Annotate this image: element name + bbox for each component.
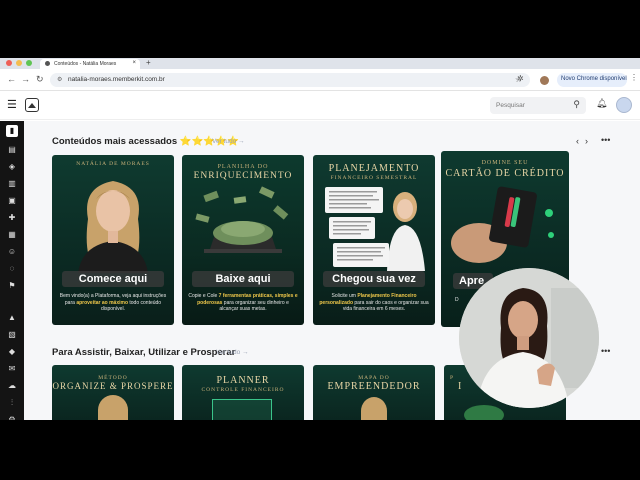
desc-text: D	[455, 297, 459, 303]
see-all-link-assistir[interactable]: Ver tudo →	[216, 349, 249, 356]
card-description: Copie e Cole 7 ferramentas práticas, sim…	[188, 293, 298, 313]
sidebar-cloud-icon[interactable]: ☁	[6, 380, 18, 392]
sidebar-calendar-icon[interactable]: ▧	[6, 329, 18, 341]
site-info-icon[interactable]: ⚙	[57, 76, 62, 83]
card-comece-aqui[interactable]: NATÁLIA DE MORAES Comece aqui Bem vindo(…	[52, 155, 174, 325]
person-photo	[361, 397, 387, 420]
search-icon[interactable]: ⚲	[573, 99, 580, 110]
sidebar-tag-icon[interactable]: ◆	[6, 346, 18, 358]
maximize-window-icon[interactable]	[26, 60, 32, 66]
card-top-text: NATÁLIA DE MORAES	[76, 161, 150, 167]
back-icon[interactable]: ←	[7, 74, 16, 84]
sidebar-book-icon[interactable]: ▥	[6, 178, 18, 190]
section-title-assistir: Para Assistir, Baixar, Utilizar e Prospe…	[52, 347, 236, 358]
card-cta-button[interactable]: Chegou sua vez	[323, 271, 425, 287]
sidebar-box-icon[interactable]: ▣	[6, 195, 18, 207]
card-top-text: PLANNER	[216, 375, 270, 386]
window-controls[interactable]	[6, 60, 32, 66]
card-title: CARTÃO DE CRÉDITO	[445, 168, 565, 179]
new-tab-icon[interactable]: +	[146, 58, 151, 67]
desc-highlight: aproveitar ao máximo	[76, 299, 128, 306]
profile-avatar-icon[interactable]	[540, 76, 549, 85]
card-organize-prospere[interactable]: MÉTODO ORGANIZE & PROSPERE	[52, 365, 174, 420]
card-top-text: PLANEJAMENTO	[328, 163, 420, 174]
card-top-text: PLANILHA DO	[217, 164, 269, 170]
browser-window: Conteúdos - Natália Moraes × + ← → ↻ ⚙ n…	[0, 58, 640, 420]
site-logo-icon[interactable]	[25, 98, 39, 112]
desc-text: Copie e Cole	[188, 293, 219, 299]
card-mapa-empreendedor[interactable]: MAPA DO EMPREENDEDOR	[313, 365, 435, 420]
chrome-update-button[interactable]: Novo Chrome disponível	[557, 73, 627, 87]
browser-menu-icon[interactable]: ⋮	[630, 73, 638, 82]
sidebar-document-icon[interactable]: ▤	[6, 144, 18, 156]
see-all-link-most-accessed[interactable]: Ver tudo →	[212, 138, 245, 145]
card-cta-button[interactable]: Baixe aqui	[192, 271, 294, 287]
tab-title: Conteúdos - Natália Moraes	[54, 61, 117, 67]
person-photo	[98, 395, 128, 420]
plant-image	[464, 405, 504, 420]
sidebar-members-icon[interactable]: ☺	[6, 246, 18, 258]
reload-icon[interactable]: ↻	[36, 74, 44, 85]
close-window-icon[interactable]	[6, 60, 12, 66]
card-planejamento[interactable]: PLANEJAMENTO FINANCEIRO SEMESTRAL Chegou…	[313, 155, 435, 325]
card-title: EMPREENDEDOR	[327, 381, 421, 392]
address-bar[interactable]: ⚙ natalia-moraes.memberkit.com.br ☆	[50, 73, 530, 87]
card-planilha[interactable]: PLANILHA DO ENRIQUECIMENTO Baixe aqui Co…	[182, 155, 304, 325]
tab-bar: Conteúdos - Natália Moraes × +	[0, 58, 640, 69]
sidebar-billing-icon[interactable]: ▦	[6, 229, 18, 241]
forward-icon[interactable]: →	[21, 74, 30, 84]
card-top-text: DOMINE SEU	[481, 160, 529, 166]
card-cta-button[interactable]: Comece aqui	[62, 271, 164, 287]
carousel-prev-icon[interactable]: ‹	[576, 136, 585, 146]
sidebar-sliders-icon[interactable]: ⫶	[6, 397, 18, 409]
sidebar-library-icon[interactable]: ▮	[6, 125, 18, 137]
user-avatar[interactable]	[616, 97, 632, 113]
sidebar-flag-icon[interactable]: ⚑	[6, 280, 18, 292]
notification-bell-icon[interactable]: 🔔︎	[596, 98, 607, 109]
card-description: Bem vindo(a) a Plataforma, veja aqui ins…	[58, 293, 168, 313]
tab-favicon-icon	[45, 61, 50, 66]
desc-text-end: para sair do caos e organizar sua vida f…	[342, 299, 429, 313]
browser-toolbar: ← → ↻ ⚙ natalia-moraes.memberkit.com.br …	[0, 69, 640, 91]
desc-text: Solicite um	[331, 293, 358, 299]
card-title: CONTROLE FINANCEIRO	[201, 387, 285, 393]
minimize-window-icon[interactable]	[16, 60, 22, 66]
card-planner[interactable]: PLANNER CONTROLE FINANCEIRO	[182, 365, 304, 420]
card-title: FINANCEIRO SEMESTRAL	[330, 175, 418, 181]
credit-card-image	[451, 186, 554, 263]
presenter-webcam	[459, 268, 599, 408]
extensions-icon[interactable]: ✲	[517, 74, 524, 83]
presenter-image	[459, 268, 599, 408]
desc-text-end: para organizar seu dinheiro e alcançar s…	[219, 299, 289, 313]
section-menu-icon[interactable]: •••	[601, 135, 610, 145]
hamburger-menu-icon[interactable]: ☰	[7, 98, 17, 111]
tab-close-icon[interactable]: ×	[132, 60, 136, 66]
sidebar-lock-icon[interactable]: ▲	[6, 312, 18, 324]
card-title: ORGANIZE & PROSPERE	[52, 381, 174, 391]
sidebar-courses-icon[interactable]: ◈	[6, 161, 18, 173]
section-title-most-accessed: Conteúdos mais acessados ⭐⭐⭐⭐⭐	[52, 136, 239, 147]
carousel-arrows: ‹›	[576, 136, 594, 146]
card-description: Solicite um Planejamento Financeiro pers…	[319, 293, 429, 313]
sidebar-mail-icon[interactable]: ✉	[6, 363, 18, 375]
person-photo	[78, 181, 148, 273]
site-header: ☰ Pesquisar ⚲ 🔔︎	[0, 91, 640, 120]
carousel-next-icon[interactable]: ›	[585, 136, 594, 146]
search-placeholder: Pesquisar	[496, 102, 525, 109]
sidebar-settings-icon[interactable]: ⚙	[6, 414, 18, 420]
browser-tab[interactable]: Conteúdos - Natália Moraes ×	[40, 59, 140, 69]
safe-box-image	[212, 399, 272, 420]
sidebar-chat-icon[interactable]: ◌	[6, 263, 18, 275]
money-laptop-image	[195, 186, 289, 253]
search-input[interactable]: Pesquisar ⚲	[490, 97, 586, 114]
section-menu-icon[interactable]: •••	[601, 346, 610, 356]
chat-screenshots-image	[325, 187, 425, 271]
card-title: ENRIQUECIMENTO	[193, 171, 293, 181]
sidebar: ▮ ▤ ◈ ▥ ▣ ✚ ▦ ☺ ◌ ⚑ ▲ ▧ ◆ ✉ ☁ ⫶ ⚙	[0, 121, 24, 420]
url-text: natalia-moraes.memberkit.com.br	[68, 76, 165, 83]
sidebar-add-user-icon[interactable]: ✚	[6, 212, 18, 224]
